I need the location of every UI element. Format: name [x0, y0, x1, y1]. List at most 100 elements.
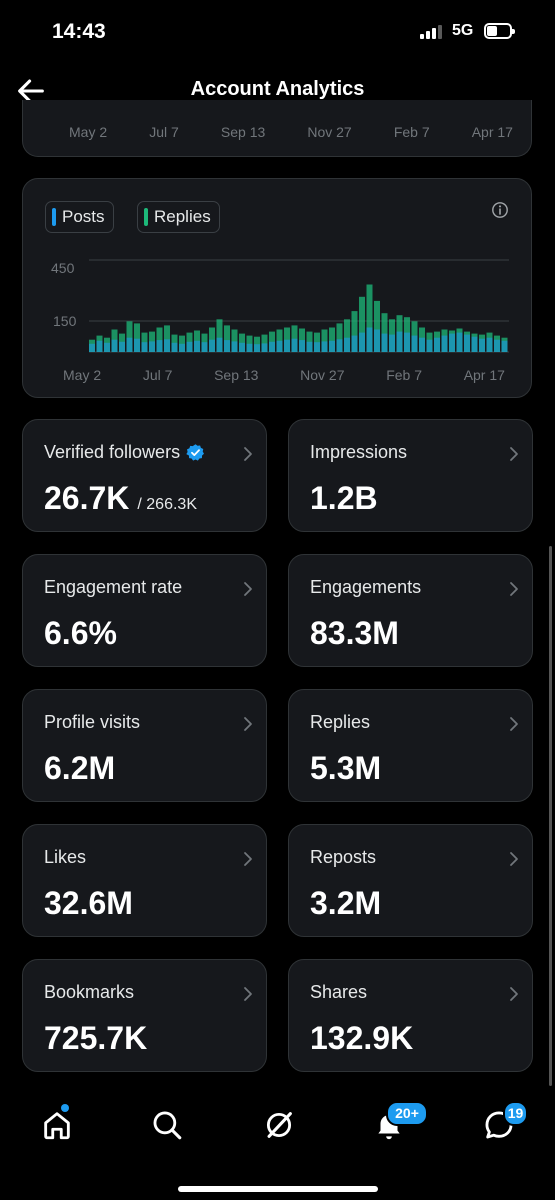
stat-card-shares[interactable]: Shares 132.9K [288, 959, 533, 1072]
posts-bar [396, 331, 403, 352]
legend-replies[interactable]: Replies [137, 201, 220, 233]
home-icon[interactable] [40, 1108, 74, 1142]
stat-card-bookmarks[interactable]: Bookmarks 725.7K [22, 959, 267, 1072]
posts-bar [201, 342, 208, 352]
stat-label: Profile visits [44, 712, 141, 732]
x-tick-label: May 2 [63, 367, 102, 383]
posts-bar [261, 343, 268, 352]
posts-bar [89, 343, 95, 352]
network-label: 5G [452, 22, 474, 39]
page-title: Account Analytics [190, 78, 365, 100]
posts-bar [209, 339, 215, 352]
stat-label: Likes [44, 847, 87, 867]
stat-card-impressions[interactable]: Impressions 1.2B [288, 419, 533, 532]
posts-bar [254, 344, 260, 352]
scrollbar-thumb[interactable] [549, 546, 552, 1086]
posts-bar [239, 342, 245, 352]
posts-replies-chart-card: Posts Replies 450 150 May 2 Jul 7 Sep 13… [22, 178, 532, 398]
posts-bar [336, 339, 343, 352]
stat-value: 6.2M [44, 750, 116, 786]
stat-card-verified-followers[interactable]: Verified followers 26.7K / 266.3K [22, 419, 267, 532]
chevron-right-icon [510, 717, 518, 731]
chevron-right-icon [244, 987, 252, 1001]
x-tick-label: Sep 13 [220, 124, 266, 140]
posts-bar [374, 329, 380, 352]
home-indicator[interactable] [178, 1186, 378, 1192]
y-tick-label: 150 [53, 313, 77, 329]
stat-value-text: 26.7K [44, 480, 130, 516]
posts-bar [299, 340, 305, 352]
stat-label: Shares [310, 982, 368, 1002]
posts-bar [351, 335, 358, 352]
chevron-right-icon [244, 582, 252, 596]
posts-bar [246, 343, 253, 352]
posts-bar [404, 332, 410, 352]
posts-bar [284, 339, 290, 352]
stat-value: 26.7K / 266.3K [44, 480, 197, 517]
posts-bar [329, 340, 335, 352]
x-tick-label: Nov 27 [300, 367, 345, 383]
posts-bar [486, 337, 493, 352]
tab-bar [0, 1096, 555, 1200]
posts-bar [494, 339, 500, 352]
stat-sub-value: / 266.3K [137, 496, 197, 513]
x-tick-label: Apr 17 [463, 367, 505, 383]
stat-value: 3.2M [310, 885, 382, 921]
stat-card-engagements[interactable]: Engagements 83.3M [288, 554, 533, 667]
posts-bar [419, 337, 425, 352]
x-tick-label: Jul 7 [142, 367, 173, 383]
x-tick-label: Sep 13 [214, 367, 259, 383]
stat-value: 132.9K [310, 1020, 414, 1056]
legend-posts[interactable]: Posts [45, 201, 114, 233]
posts-bar [216, 337, 223, 352]
info-icon[interactable] [491, 201, 509, 219]
stat-label: Verified followers [44, 442, 205, 463]
posts-bar [464, 334, 470, 352]
posts-bar [449, 333, 455, 352]
posts-bar [126, 337, 133, 352]
x-tick-label: Feb 7 [386, 367, 422, 383]
posts-bar [134, 338, 140, 352]
posts-bar [164, 339, 170, 352]
posts-bar [344, 337, 350, 352]
stat-value: 32.6M [44, 885, 133, 921]
stat-label: Replies [310, 712, 371, 732]
grok-icon[interactable] [262, 1108, 296, 1142]
stat-card-engagement-rate[interactable]: Engagement rate 6.6% [22, 554, 267, 667]
battery-icon [484, 23, 515, 39]
posts-bar [456, 332, 463, 352]
y-tick-label: 450 [51, 260, 75, 276]
posts-bar [359, 332, 365, 352]
posts-bar [321, 341, 328, 352]
signal-icon [420, 25, 446, 39]
posts-bar [111, 339, 118, 352]
stat-value: 83.3M [310, 615, 399, 651]
chevron-right-icon [244, 447, 252, 461]
search-icon[interactable] [150, 1108, 184, 1142]
stat-label: Impressions [310, 442, 408, 462]
previous-chart-card: May 2 Jul 7 Sep 13 Nov 27 Feb 7 Apr 17 [22, 100, 532, 157]
posts-bar [441, 335, 448, 352]
posts-bar [104, 342, 110, 352]
posts-bar [434, 337, 440, 352]
x-tick-label: Nov 27 [307, 124, 352, 140]
chevron-right-icon [510, 447, 518, 461]
stat-label: Bookmarks [44, 982, 135, 1002]
chevron-right-icon [510, 582, 518, 596]
posts-bar [366, 327, 373, 352]
posts-bar [426, 339, 433, 352]
stat-card-replies[interactable]: Replies 5.3M [288, 689, 533, 802]
posts-bar [156, 340, 163, 352]
stat-card-reposts[interactable]: Reposts 3.2M [288, 824, 533, 937]
notifications-badge: 20+ [386, 1101, 428, 1126]
stat-card-likes[interactable]: Likes 32.6M [22, 824, 267, 937]
posts-bar [314, 342, 320, 352]
posts-bar [381, 333, 388, 352]
unread-dot [61, 1104, 69, 1112]
legend-label: Posts [62, 207, 105, 226]
stat-card-profile-visits[interactable]: Profile visits 6.2M [22, 689, 267, 802]
stat-label: Engagements [310, 577, 422, 597]
posts-bar [276, 340, 283, 352]
chevron-right-icon [510, 852, 518, 866]
stat-label: Reposts [310, 847, 377, 867]
